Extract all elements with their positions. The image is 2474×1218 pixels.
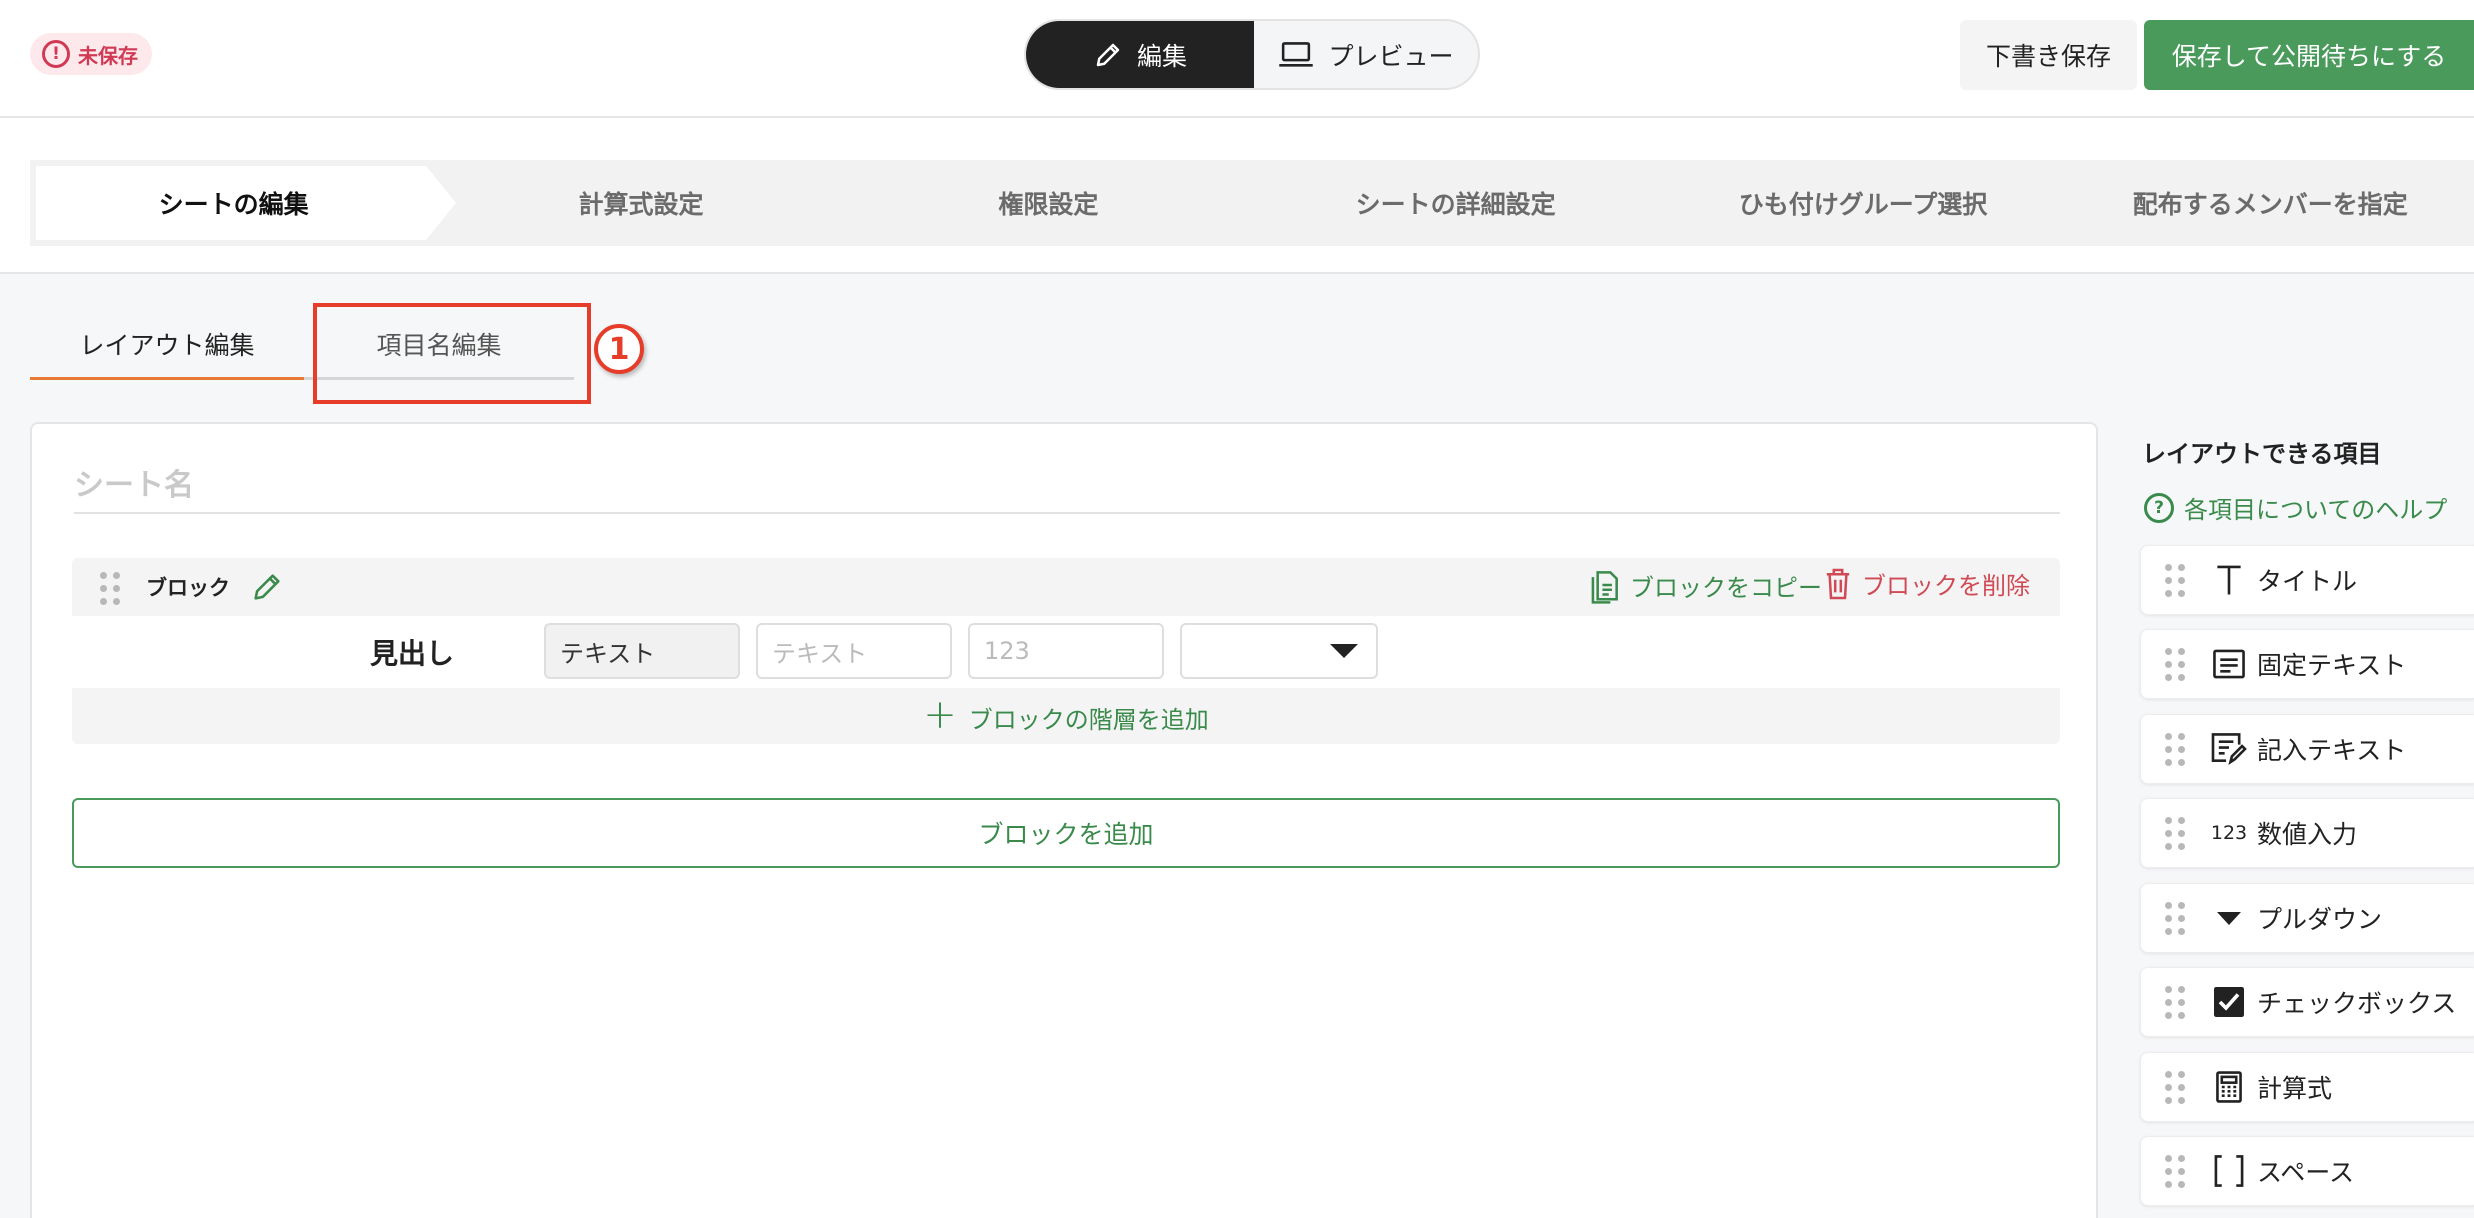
help-icon: ? [2144, 492, 2174, 523]
palette-item-number[interactable]: 123 数値入力 [2140, 798, 2474, 868]
drag-handle-icon[interactable] [2165, 563, 2185, 597]
palette-item-calculator[interactable]: 計算式 [2140, 1052, 2474, 1122]
delete-block-button[interactable]: ブロックを削除 [1824, 566, 2030, 601]
unsaved-badge: ! 未保存 [30, 33, 152, 75]
sheet-name-input[interactable] [74, 458, 2060, 514]
number-icon: 123 [2210, 822, 2248, 844]
block: ブロック ブロックをコピー ブロックを削除 見出し テキスト テキスト 123 … [72, 558, 2060, 744]
drag-handle-icon[interactable] [2165, 1070, 2185, 1104]
palette-item-label: 数値入力 [2257, 820, 2358, 849]
title-icon [2211, 562, 2247, 598]
calculator-icon [2211, 1069, 2247, 1105]
alert-icon: ! [42, 40, 70, 68]
palette-item-fixed-text[interactable]: 固定テキスト [2140, 629, 2474, 699]
block-row: 見出し テキスト テキスト 123 [72, 616, 2060, 688]
palette-item-label: 記入テキスト [2257, 736, 2407, 765]
palette-item-label: 計算式 [2257, 1074, 2333, 1103]
palette-title: レイアウトできる項目 [2142, 440, 2382, 468]
draft-save-button[interactable]: 下書き保存 [1960, 20, 2137, 90]
step-group-link[interactable]: ひも付けグループ選択 [1659, 160, 2066, 246]
mode-switch: 編集 プレビュー [1024, 19, 1480, 90]
help-link-label: 各項目についてのヘルプ [2184, 496, 2448, 524]
add-block-button[interactable]: ブロックを追加 [72, 798, 2060, 868]
palette-item-label: 固定テキスト [2257, 651, 2407, 680]
tab-layout-edit[interactable]: レイアウト編集 [30, 310, 304, 380]
edit-mode-button[interactable]: 編集 [1026, 21, 1254, 88]
step-navigation-area: シートの編集 計算式設定 権限設定 シートの詳細設定 ひも付けグループ選択 配布… [0, 118, 2474, 274]
laptop-icon [1279, 41, 1314, 67]
drag-handle-icon[interactable] [100, 572, 120, 605]
text-select-field[interactable]: テキスト [544, 623, 740, 679]
palette-item-space[interactable]: スペース [2140, 1136, 2474, 1206]
palette-item-checkbox[interactable]: チェックボックス [2140, 967, 2474, 1037]
drag-handle-icon[interactable] [2165, 732, 2185, 766]
drag-handle-icon[interactable] [2165, 1154, 2185, 1188]
add-block-level-button[interactable]: + ブロックの階層を追加 [72, 690, 2060, 744]
drag-handle-icon[interactable] [2165, 901, 2185, 935]
palette-item-label: タイトル [2257, 567, 2358, 596]
help-link[interactable]: ? 各項目についてのヘルプ [2144, 490, 2447, 525]
block-header: ブロック ブロックをコピー ブロックを削除 [72, 558, 2060, 616]
drag-handle-icon[interactable] [2165, 647, 2185, 681]
palette-item-label: スペース [2257, 1158, 2355, 1187]
input-text-icon [2211, 731, 2247, 767]
palette-item-label: プルダウン [2257, 905, 2383, 934]
pencil-icon [1096, 43, 1120, 66]
block-title: ブロック [146, 576, 230, 600]
step-distribute-members[interactable]: 配布するメンバーを指定 [2067, 160, 2474, 246]
step-sheet-details[interactable]: シートの詳細設定 [1252, 160, 1659, 246]
step-formula-settings[interactable]: 計算式設定 [437, 160, 844, 246]
preview-mode-label: プレビュー [1328, 41, 1454, 71]
annotation-highlight-box [313, 303, 591, 404]
drag-handle-icon[interactable] [2165, 816, 2185, 850]
checkbox-icon [2211, 984, 2247, 1020]
dropdown-arrow-icon [1330, 644, 1358, 658]
palette-item-title[interactable]: タイトル [2140, 545, 2474, 615]
step-permission-settings[interactable]: 権限設定 [845, 160, 1252, 246]
space-icon [2211, 1153, 2247, 1189]
palette-item-input-text[interactable]: 記入テキスト [2140, 714, 2474, 784]
publish-button[interactable]: 保存して公開待ちにする [2144, 20, 2474, 90]
drag-handle-icon[interactable] [2165, 985, 2185, 1019]
edit-block-name-icon[interactable] [250, 570, 284, 604]
delete-block-label: ブロックを削除 [1862, 572, 2030, 600]
dropdown-icon [2211, 900, 2247, 936]
number-input-field[interactable]: 123 [968, 623, 1164, 679]
step-sheet-edit[interactable]: シートの編集 [30, 160, 437, 246]
fixed-text-icon [2211, 646, 2247, 682]
copy-block-button[interactable]: ブロックをコピー [1588, 566, 1822, 604]
copy-icon [1591, 571, 1618, 604]
add-block-level-label: ブロックの階層を追加 [968, 705, 1209, 734]
dropdown-field[interactable] [1180, 623, 1378, 679]
palette-item-dropdown[interactable]: プルダウン [2140, 883, 2474, 953]
trash-icon [1826, 568, 1850, 599]
copy-block-label: ブロックをコピー [1630, 573, 1822, 602]
palette-item-label: チェックボックス [2257, 989, 2457, 1018]
annotation-marker: 1 [594, 324, 644, 374]
sheet-editor-card: ブロック ブロックをコピー ブロックを削除 見出し テキスト テキスト 123 … [30, 422, 2098, 1218]
plus-icon: + [923, 692, 957, 738]
edit-mode-label: 編集 [1136, 41, 1187, 71]
preview-mode-button[interactable]: プレビュー [1254, 21, 1478, 88]
unsaved-label: 未保存 [78, 43, 138, 68]
top-bar: ! 未保存 編集 プレビュー 下書き保存 保存して公開待ちにする [0, 0, 2474, 118]
step-navigation: シートの編集 計算式設定 権限設定 シートの詳細設定 ひも付けグループ選択 配布… [30, 160, 2474, 246]
text-input-field[interactable]: テキスト [756, 623, 952, 679]
